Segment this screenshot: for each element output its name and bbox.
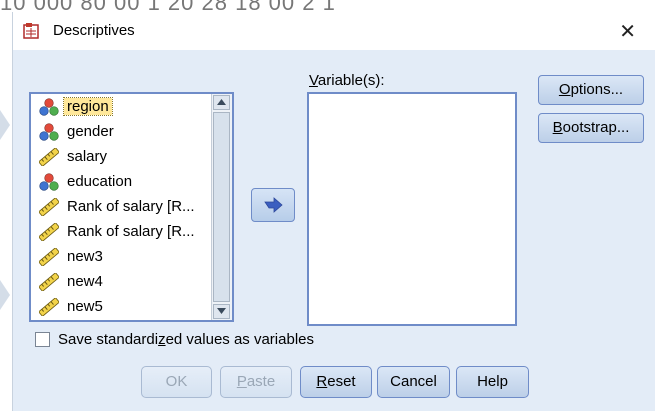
spss-app-icon (23, 23, 39, 39)
list-item[interactable]: new4 (31, 269, 213, 294)
list-item[interactable]: salary (31, 144, 213, 169)
list-item[interactable]: gender (31, 119, 213, 144)
help-button[interactable]: Help (456, 366, 529, 398)
close-icon[interactable]: ✕ (619, 19, 636, 44)
list-scrollbar[interactable] (211, 94, 232, 320)
bootstrap-button[interactable]: Bootstrap... (538, 113, 644, 143)
right-arrow-icon (264, 197, 283, 213)
list-item-label: new3 (67, 248, 103, 265)
list-item[interactable]: Rank of salary [R... (31, 219, 213, 244)
variable-list-items: region gender salary education Rank of salar… (31, 94, 213, 320)
list-item[interactable]: education (31, 169, 213, 194)
background-window-edge (0, 110, 10, 310)
scale-ruler-icon (39, 223, 59, 241)
dialog-title: Descriptives (53, 22, 135, 39)
paste-button[interactable]: Paste (220, 366, 292, 398)
source-variable-list[interactable]: region gender salary education Rank of salar… (29, 92, 234, 322)
variables-label: Variable(s): (309, 72, 385, 89)
list-item-label: Rank of salary [R... (67, 223, 195, 240)
scale-ruler-icon (39, 148, 59, 166)
list-item-label: Rank of salary [R... (67, 198, 195, 215)
nominal-icon (39, 173, 59, 191)
list-item[interactable]: new3 (31, 244, 213, 269)
triangle-down-icon (217, 308, 226, 314)
options-button[interactable]: Options... (538, 75, 644, 105)
move-to-variables-button[interactable] (251, 188, 295, 222)
triangle-up-icon (217, 99, 226, 105)
scale-ruler-icon (39, 198, 59, 216)
reset-button[interactable]: Reset (300, 366, 372, 398)
list-item-label: new4 (67, 273, 103, 290)
save-standardized-checkbox[interactable] (35, 332, 50, 347)
descriptives-dialog: Descriptives ✕ region gender salary educati… (12, 12, 655, 411)
list-item-label: new5 (67, 298, 103, 315)
title-bar: Descriptives ✕ (13, 12, 655, 50)
list-item-label: region (63, 97, 113, 116)
list-item[interactable]: new5 (31, 294, 213, 319)
scroll-down-button[interactable] (213, 304, 230, 319)
target-variable-list[interactable] (307, 92, 517, 326)
scale-ruler-icon (39, 248, 59, 266)
nominal-icon (39, 98, 59, 116)
list-item-label: education (67, 173, 133, 190)
scroll-thumb[interactable] (213, 112, 230, 302)
scale-ruler-icon (39, 298, 59, 316)
scale-ruler-icon (39, 273, 59, 291)
list-item-label: salary (67, 148, 108, 165)
ok-button[interactable]: OK (141, 366, 212, 398)
save-standardized-label[interactable]: Save standardized values as variables (58, 331, 314, 348)
scroll-up-button[interactable] (213, 95, 230, 110)
list-item-label: gender (67, 123, 114, 140)
list-item[interactable]: Rank of salary [R... (31, 194, 213, 219)
cancel-button[interactable]: Cancel (377, 366, 450, 398)
nominal-icon (39, 123, 59, 141)
list-item[interactable]: region (31, 94, 213, 119)
